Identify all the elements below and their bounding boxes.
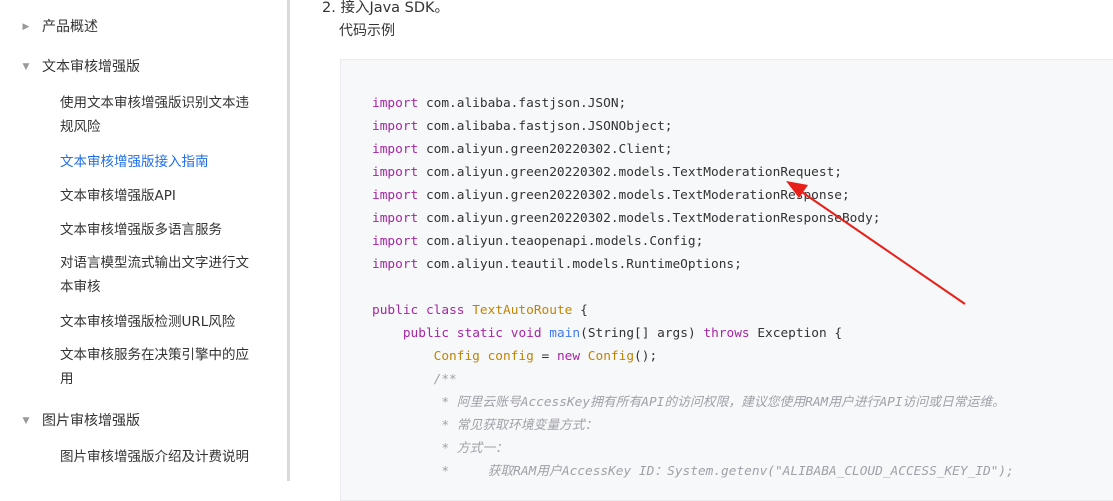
code-text: import com.alibaba.fastjson.JSON; import… <box>372 92 1014 483</box>
sidebar-item-label: 图片审核增强版介绍及计费说明 <box>60 449 249 465</box>
sidebar-item[interactable]: 文本审核服务在决策引擎中的应用 <box>60 343 260 391</box>
code-token: import <box>372 257 419 272</box>
code-token: * 阿里云账号AccessKey拥有所有API的访问权限，建议您使用RAM用户进… <box>441 395 1005 410</box>
step-title: 2. 接入Java SDK。 <box>322 0 450 16</box>
code-token: config <box>487 349 534 364</box>
sidebar-item-label: 使用文本审核增强版识别文本违 <box>60 95 249 111</box>
sidebar-section-label: 图片审核增强版 <box>42 413 140 429</box>
code-token: * 常见获取环境变量方式： <box>441 418 598 433</box>
sidebar-item-label: 文本审核增强版检测URL风险 <box>60 314 236 330</box>
code-token: import <box>372 96 419 111</box>
code-token: com.aliyun.green20220302.models.TextMode… <box>418 211 881 226</box>
sidebar-section-label: 产品概述 <box>42 19 98 35</box>
code-token: import <box>372 234 419 249</box>
sidebar-item-label: 文本审核增强版多语言服务 <box>60 222 222 238</box>
sidebar-item[interactable]: 图片审核增强版介绍及计费说明 <box>60 445 260 469</box>
code-token: /** <box>433 372 457 387</box>
code-token: public <box>402 326 450 341</box>
code-example-label: 代码示例 <box>339 23 395 39</box>
code-token: (String[] args) <box>580 326 704 341</box>
sidebar-nav: ▶ 产品概述 ▼ 文本审核增强版使用文本审核增强版识别文本违 规风险文本审核增强版接入指… <box>0 0 287 481</box>
code-token: com.aliyun.teaopenapi.models.Config; <box>418 234 704 249</box>
code-token: new <box>556 349 581 364</box>
sidebar-item-label: 用 <box>60 371 74 387</box>
code-token: import <box>372 188 419 203</box>
caret-down-icon[interactable]: ▼ <box>20 411 32 432</box>
sidebar-item-label: 本审核 <box>60 279 101 295</box>
code-token: com.alibaba.fastjson.JSONObject; <box>418 119 673 134</box>
sidebar-section-label: 文本审核增强版 <box>42 59 140 75</box>
sidebar-item[interactable]: 使用文本审核增强版识别文本违 规风险 <box>60 91 260 139</box>
code-token: Exception { <box>749 326 843 341</box>
code-token: import <box>372 211 419 226</box>
doc-content: 2. 接入Java SDK。 代码示例 import com.alibaba.f… <box>290 0 1113 501</box>
caret-right-icon[interactable]: ▶ <box>20 17 32 38</box>
code-token: = <box>533 349 557 364</box>
code-token: com.aliyun.green20220302.models.TextMode… <box>418 165 842 180</box>
caret-down-icon[interactable]: ▼ <box>20 57 32 78</box>
code-token: * 获取RAM用户AccessKey ID：System.getenv("ALI… <box>441 464 1014 479</box>
code-token: main <box>549 326 581 341</box>
sidebar-item-label: 文本审核增强版API <box>60 188 176 204</box>
sidebar-item-label: 对语言模型流式输出文字进行文 <box>60 255 249 271</box>
sidebar-item-active[interactable]: 文本审核增强版接入指南 <box>60 150 260 174</box>
code-token: throws <box>703 326 750 341</box>
sidebar-item[interactable]: 文本审核增强版API <box>60 184 260 208</box>
code-block: import com.alibaba.fastjson.JSON; import… <box>340 59 1113 501</box>
code-token: class <box>425 303 465 318</box>
code-token: com.alibaba.fastjson.JSON; <box>418 96 627 111</box>
code-token: TextAutoRoute <box>472 303 573 318</box>
sidebar-item[interactable]: 文本审核增强版检测URL风险 <box>60 310 260 334</box>
code-token: static <box>456 326 504 341</box>
sidebar-item[interactable]: 对语言模型流式输出文字进行文 本审核 <box>60 251 260 299</box>
code-token: com.aliyun.teautil.models.RuntimeOptions… <box>418 257 742 272</box>
sidebar-item-label: 文本审核服务在决策引擎中的应 <box>60 347 249 363</box>
code-token: (); <box>634 349 658 364</box>
code-token: import <box>372 119 419 134</box>
code-token: public <box>372 303 419 318</box>
code-token: import <box>372 165 419 180</box>
code-token: Config <box>433 349 480 364</box>
sidebar-item-label: 文本审核增强版接入指南 <box>60 154 209 170</box>
code-token: * 方式一： <box>441 441 508 456</box>
code-token: void <box>510 326 542 341</box>
code-token: com.aliyun.green20220302.models.TextMode… <box>418 188 850 203</box>
code-token: com.aliyun.green20220302.Client; <box>418 142 673 157</box>
sidebar-item-label: 规风险 <box>60 119 101 135</box>
code-token: { <box>572 303 588 318</box>
code-token: import <box>372 142 419 157</box>
sidebar-item[interactable]: 文本审核增强版多语言服务 <box>60 218 260 242</box>
code-token: Config <box>587 349 635 364</box>
